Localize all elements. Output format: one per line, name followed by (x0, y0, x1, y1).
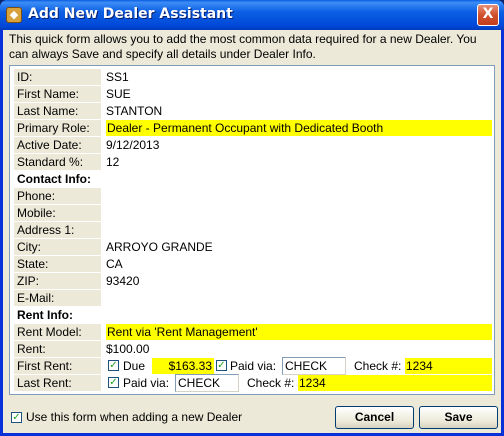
address-label: Address 1: (14, 222, 101, 238)
primary-role-label: Primary Role: (14, 120, 101, 136)
active-date-label: Active Date: (14, 137, 101, 153)
active-date-value[interactable]: 9/12/2013 (106, 137, 159, 153)
last-name-value[interactable]: STANTON (106, 103, 162, 119)
field-row-active-date: Active Date: 9/12/2013 (14, 137, 492, 153)
field-row-primary-role: Primary Role: Dealer - Permanent Occupan… (14, 120, 492, 136)
field-row-standard-pct: Standard %: 12 (14, 154, 492, 170)
form-panel: ID: SS1 First Name: SUE Last Name: STANT… (9, 65, 495, 395)
city-value[interactable]: ARROYO GRANDE (106, 239, 213, 255)
field-row-first-name: First Name: SUE (14, 86, 492, 102)
mobile-label: Mobile: (14, 205, 101, 221)
rent-label: Rent: (14, 341, 101, 357)
last-rent-paid-via-label: Paid via: (123, 376, 170, 390)
city-label: City: (14, 239, 101, 255)
last-rent-check-value[interactable]: 1234 (298, 375, 492, 391)
contact-section-label: Contact Info: (17, 172, 91, 186)
contact-section: Contact Info: (14, 171, 492, 187)
field-row-mobile: Mobile: (14, 205, 492, 221)
cancel-button[interactable]: Cancel (335, 406, 414, 429)
phone-label: Phone: (14, 188, 101, 204)
use-form-checkbox[interactable]: ✓ (11, 412, 22, 423)
last-rent-check-label: Check #: (247, 376, 295, 390)
field-row-last-rent: Last Rent: ✓ Paid via: CHECK Check #: 12… (14, 374, 492, 392)
window-title: Add New Dealer Assistant (28, 6, 233, 22)
state-value[interactable]: CA (106, 256, 123, 272)
field-row-zip: ZIP: 93420 (14, 273, 492, 289)
rent-model-label: Rent Model: (14, 324, 101, 340)
standard-pct-label: Standard %: (14, 154, 101, 170)
primary-role-value[interactable]: Dealer - Permanent Occupant with Dedicat… (106, 120, 492, 136)
field-row-address: Address 1: (14, 222, 492, 238)
field-row-state: State: CA (14, 256, 492, 272)
first-rent-due-label: Due (123, 359, 146, 373)
last-rent-paid-checkbox[interactable]: ✓ (108, 377, 119, 388)
rent-section-label: Rent Info: (17, 308, 73, 322)
field-row-last-name: Last Name: STANTON (14, 103, 492, 119)
id-label: ID: (14, 69, 101, 85)
field-row-rent: Rent: $100.00 (14, 341, 492, 357)
app-icon: ◆ (6, 7, 22, 23)
save-button[interactable]: Save (419, 406, 498, 429)
dealer-assistant-window: ◆ Add New Dealer Assistant X This quick … (0, 0, 504, 436)
id-value[interactable]: SS1 (106, 69, 129, 85)
first-rent-label: First Rent: (14, 358, 101, 374)
email-label: E-Mail: (14, 290, 101, 306)
last-name-label: Last Name: (14, 103, 101, 119)
field-row-city: City: ARROYO GRANDE (14, 239, 492, 255)
first-rent-paid-checkbox[interactable]: ✓ (216, 360, 227, 371)
rent-model-value[interactable]: Rent via 'Rent Management' (106, 324, 492, 340)
use-form-label[interactable]: Use this form when adding a new Dealer (26, 410, 242, 425)
first-rent-paid-via-label: Paid via: (230, 359, 277, 373)
title-bar[interactable]: ◆ Add New Dealer Assistant X (0, 0, 504, 30)
field-row-id: ID: SS1 (14, 69, 492, 85)
close-button[interactable]: X (477, 4, 499, 26)
first-name-value[interactable]: SUE (106, 86, 131, 102)
last-rent-paid-via-input[interactable]: CHECK (175, 374, 239, 392)
first-rent-due-amount[interactable]: $163.33 (152, 358, 214, 374)
first-rent-paid-via-input[interactable]: CHECK (282, 357, 346, 375)
first-rent-check-label: Check #: (354, 359, 402, 373)
field-row-rent-model: Rent Model: Rent via 'Rent Management' (14, 324, 492, 340)
first-rent-due-checkbox[interactable]: ✓ (108, 360, 119, 371)
state-label: State: (14, 256, 101, 272)
last-rent-label: Last Rent: (14, 375, 101, 391)
first-name-label: First Name: (14, 86, 101, 102)
rent-section: Rent Info: (14, 307, 492, 323)
rent-value[interactable]: $100.00 (106, 341, 149, 357)
zip-label: ZIP: (14, 273, 101, 289)
standard-pct-value[interactable]: 12 (106, 154, 119, 170)
intro-text: This quick form allows you to add the mo… (9, 32, 477, 61)
zip-value[interactable]: 93420 (106, 273, 139, 289)
field-row-email: E-Mail: (14, 290, 492, 306)
field-row-phone: Phone: (14, 188, 492, 204)
field-row-first-rent: First Rent: ✓ Due $163.33 ✓ Paid via: CH… (14, 357, 492, 375)
first-rent-check-value[interactable]: 1234 (405, 358, 492, 374)
